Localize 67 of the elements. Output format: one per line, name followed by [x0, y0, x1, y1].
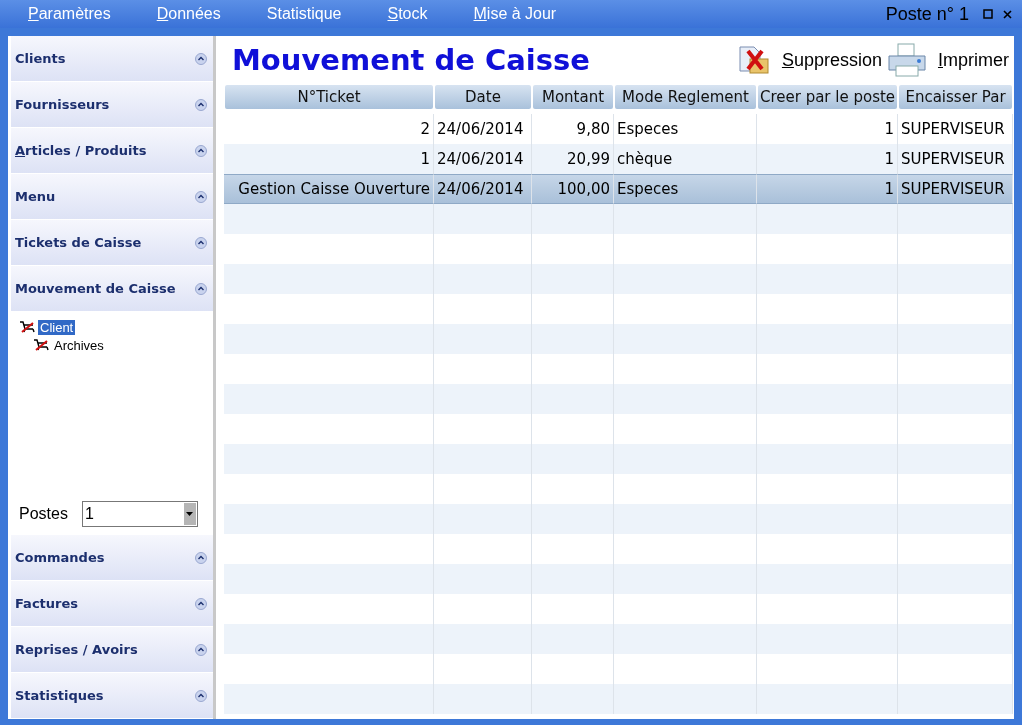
dropdown-arrow-icon [186, 512, 194, 516]
cart-icon [33, 338, 49, 352]
table-cell: 24/06/2014 [434, 144, 532, 174]
page-title: Mouvement de Caisse [232, 43, 590, 77]
menu-item[interactable]: Paramètres [28, 5, 111, 23]
section-label: Mouvement de Caisse [15, 281, 176, 296]
column-header[interactable]: Mode Reglement [614, 84, 757, 110]
delete-button[interactable]: Suppression [777, 49, 886, 71]
sidebar-section[interactable]: Menu [11, 174, 213, 220]
sidebar-section[interactable]: Reprises / Avoirs [11, 627, 213, 673]
menu-item[interactable]: Données [156, 5, 221, 23]
collapse-icon[interactable] [195, 551, 207, 564]
sidebar-section[interactable]: Statistiques [11, 673, 213, 719]
maximize-icon[interactable] [983, 9, 993, 19]
menu-item[interactable]: Mise à Jour [473, 5, 557, 23]
sidebar-section[interactable]: Mouvement de Caisse [11, 266, 213, 312]
collapse-icon[interactable] [195, 236, 207, 249]
table-cell: 100,00 [532, 174, 614, 204]
postes-dropdown[interactable]: 1 [81, 501, 198, 527]
column-header[interactable]: Montant [532, 84, 614, 110]
postes-label: Postes [19, 505, 68, 523]
sidebar-section[interactable]: Fournisseurs [11, 82, 213, 128]
table-cell: Gestion Caisse Ouverture [224, 174, 434, 204]
table-cell: 1 [757, 144, 898, 174]
section-label: Reprises / Avoirs [15, 642, 138, 657]
table-cell: 1 [757, 174, 898, 204]
collapse-icon[interactable] [195, 689, 207, 702]
collapse-icon[interactable] [195, 282, 207, 295]
section-label: Factures [15, 596, 79, 611]
sidebar-section[interactable]: Clients [11, 36, 213, 82]
table-cell: 1 [224, 144, 434, 174]
section-label: Articles / Produits [15, 143, 147, 158]
close-icon[interactable] [1003, 9, 1012, 19]
column-header[interactable]: Date [434, 84, 532, 110]
section-label: Commandes [15, 550, 105, 565]
table-cell: 20,99 [532, 144, 614, 174]
collapse-icon[interactable] [195, 52, 207, 65]
collapse-icon[interactable] [195, 144, 207, 157]
column-header[interactable]: Creer par le poste [757, 84, 898, 110]
station-label: Poste n° 1 [885, 3, 969, 25]
tree-item[interactable]: Client [38, 319, 76, 335]
print-button[interactable]: Imprimer [934, 49, 1013, 71]
cart-icon [19, 320, 35, 334]
section-label: Statistiques [15, 688, 104, 703]
table-cell: SUPERVISEUR [898, 144, 1013, 174]
menu-item[interactable]: Statistique [266, 5, 342, 23]
collapse-icon[interactable] [195, 597, 207, 610]
collapse-icon[interactable] [195, 98, 207, 111]
table-cell: chèque [614, 144, 757, 174]
menu-item[interactable]: Stock [387, 5, 428, 23]
printer-icon [886, 42, 928, 78]
section-label: Clients [15, 51, 66, 66]
tree-item[interactable]: Archives [52, 337, 106, 353]
sidebar-section[interactable]: Tickets de Caisse [11, 220, 213, 266]
section-label: Fournisseurs [15, 97, 110, 112]
section-label: Menu [15, 189, 56, 204]
section-label: Tickets de Caisse [15, 235, 142, 250]
column-header[interactable]: N°Ticket [224, 84, 434, 110]
sidebar-section[interactable]: Commandes [11, 535, 213, 581]
sidebar-section[interactable]: Articles / Produits [11, 128, 213, 174]
table-cell: 24/06/2014 [434, 174, 532, 204]
collapse-icon[interactable] [195, 190, 207, 203]
collapse-icon[interactable] [195, 643, 207, 656]
table-cell: Especes [614, 174, 757, 204]
column-header[interactable]: Encaisser Par [898, 84, 1013, 110]
table-cell: SUPERVISEUR [898, 174, 1013, 204]
sidebar-section[interactable]: Factures [11, 581, 213, 627]
